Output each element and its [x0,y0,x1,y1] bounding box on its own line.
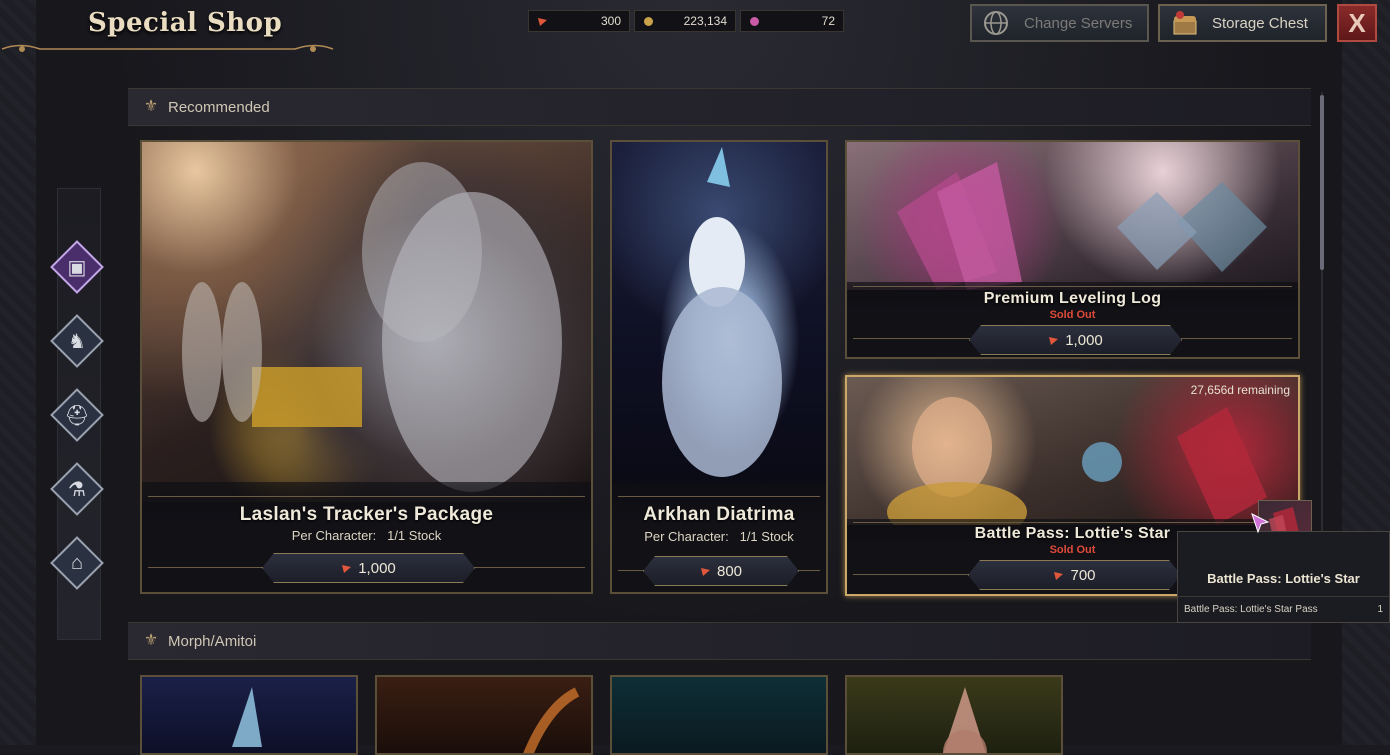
scrollbar-thumb[interactable] [1320,95,1324,270]
mouse-cursor-icon [1251,513,1270,534]
price-value: 1,000 [358,559,396,577]
remaining-time: 27,656d remaining [1190,383,1290,397]
product-subtitle: Per Character: 1/1 Stock [291,528,442,543]
tab-mount[interactable]: ♞ [50,314,104,368]
crystal-currency-icon [341,563,352,574]
product-card-arkhan[interactable]: Arkhan Diatrima Per Character: 1/1 Stock… [610,140,828,594]
price-tag[interactable]: 1,000 [262,553,475,583]
potion-icon: ⚗ [68,478,86,501]
price-tag[interactable]: 700 [968,560,1181,590]
product-art [232,687,262,747]
tooltip-title: Battle Pass: Lottie's Star [1207,571,1360,586]
tab-hat[interactable]: ⛑ [50,388,104,442]
title-ornament [1,44,334,52]
price-value: 1,000 [1065,331,1103,349]
product-card-morph-1[interactable] [140,675,358,755]
product-art [142,142,591,502]
change-servers-label: Change Servers [1024,14,1133,32]
price-value: 800 [716,562,743,580]
crystal-currency-icon [538,17,547,26]
divider [1178,596,1389,597]
currency-pheon: 72 [740,10,844,32]
product-subtitle: Per Character: 1/1 Stock [644,529,794,544]
fleur-icon: ⚜ [143,632,159,649]
tab-potion[interactable]: ⚗ [50,462,104,516]
left-border-pattern [0,0,36,745]
currency-value: 72 [821,14,835,28]
product-art [612,142,826,502]
section-header-morph: ⚜ Morph/Amitoi [128,622,1311,660]
product-card-morph-4[interactable] [845,675,1063,755]
crystal-currency-icon [1048,335,1059,346]
title-plate: Special Shop [0,0,340,56]
right-border-pattern [1342,0,1390,745]
currency-crystal: 300 [528,10,630,32]
product-art [523,687,580,753]
storage-chest-button[interactable]: Storage Chest [1158,4,1327,42]
tab-package[interactable]: ▣ [50,240,104,294]
currency-value: 223,134 [683,14,727,28]
globe-icon [980,8,1014,38]
product-card-morph-2[interactable] [375,675,593,755]
page-title: Special Shop [88,8,283,38]
currency-value: 300 [600,14,621,28]
section-label: Morph/Amitoi [168,632,257,650]
tooltip-item-name: Battle Pass: Lottie's Star Pass [1184,604,1318,615]
section-header-recommended: ⚜ Recommended [128,88,1311,126]
change-servers-button[interactable]: Change Servers [970,4,1149,42]
tooltip-item-qty: 1 [1377,604,1383,615]
crystal-currency-icon [1053,570,1064,581]
product-card-laslan[interactable]: Laslan's Tracker's Package Per Character… [140,140,593,594]
section-label: Recommended [168,98,270,116]
product-art [847,377,1298,542]
pheon-gem-icon [750,16,759,26]
product-name: Arkhan Diatrima [643,504,795,525]
product-art [943,687,987,753]
product-art [847,142,1298,290]
gold-coin-icon [644,16,653,26]
price-value: 700 [1070,566,1096,584]
currency-gold: 223,134 [634,10,736,32]
fleur-icon: ⚜ [143,98,159,115]
tab-house[interactable]: ⌂ [50,536,104,590]
product-name: Laslan's Tracker's Package [239,504,494,525]
close-button[interactable]: X [1337,4,1377,42]
product-card-leveling-log[interactable]: Premium Leveling Log Sold Out 1,000 [845,140,1300,359]
price-tag[interactable]: 1,000 [969,325,1182,355]
hat-icon: ⛑ [64,404,90,427]
price-tag[interactable]: 800 [643,556,799,586]
chest-icon [1168,8,1202,38]
product-name: Premium Leveling Log [983,290,1162,307]
sold-out-label: Sold Out [1049,309,1096,321]
product-card-morph-3[interactable] [610,675,828,755]
storage-chest-label: Storage Chest [1212,14,1308,32]
mount-icon: ♞ [68,330,86,353]
item-tooltip: Battle Pass: Lottie's Star Battle Pass: … [1177,531,1390,623]
crystal-currency-icon [700,566,711,577]
close-icon: X [1348,7,1366,38]
tooltip-item-row: Battle Pass: Lottie's Star Pass 1 [1184,604,1383,615]
package-icon: ▣ [67,256,87,279]
house-icon: ⌂ [70,551,84,574]
